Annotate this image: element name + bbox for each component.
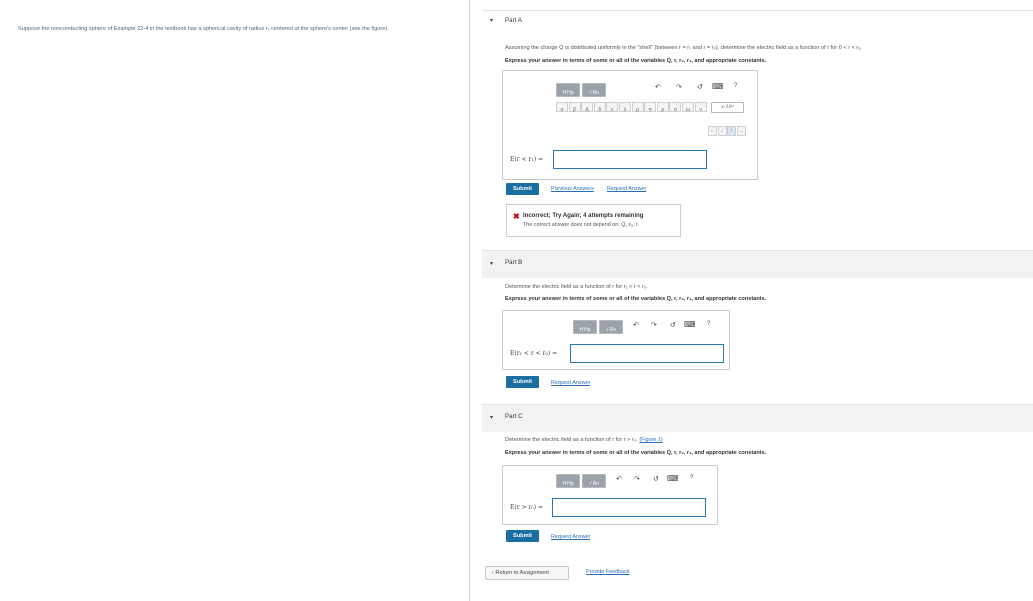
help-icon[interactable]: ? (690, 475, 693, 481)
symbol-button[interactable]: λ (619, 102, 631, 113)
chevron-down-icon: ▾ (490, 415, 494, 421)
scientific-notation-button[interactable]: x·10ⁿ (711, 102, 744, 113)
part-a-equation-label: E(r < r₁) = (510, 156, 543, 163)
part-b-request-answer-link[interactable]: Request Answer (551, 380, 590, 386)
part-b-label: Part B (505, 259, 523, 266)
provide-feedback-link[interactable]: Provide Feedback (586, 569, 629, 575)
part-a-instruction: Express your answer in terms of some or … (505, 58, 767, 64)
part-b-answer-input[interactable] (570, 344, 724, 363)
undo-icon[interactable]: ↶ (655, 83, 661, 91)
part-a-header[interactable]: ▾ Part A (482, 11, 1033, 31)
symbol-button[interactable]: ν (694, 102, 707, 113)
part-c-header[interactable]: ▾ Part C (482, 404, 1033, 432)
reset-icon[interactable]: ↺ (697, 83, 703, 91)
template-button-2[interactable]: √ Ro (599, 320, 623, 334)
problem-intro: Suppose the nonconducting sphere of Exam… (18, 26, 389, 32)
part-b-equation-label: E(r₁ < r < r₀) = (510, 350, 558, 357)
symbol-button[interactable]: μ (631, 102, 644, 113)
reset-icon[interactable]: ↺ (653, 475, 659, 483)
keyboard-icon[interactable]: ⌨ (684, 320, 696, 329)
feedback-title: Incorrect; Try Again; 4 attempts remaini… (523, 213, 644, 219)
part-c-instruction: Express your answer in terms of some or … (505, 450, 767, 456)
figure-link[interactable]: (Figure 1) (639, 437, 662, 443)
redo-icon[interactable]: ↷ (651, 321, 657, 329)
template-button-2[interactable]: √ Ro (582, 83, 606, 97)
feedback-detail: The correct answer does not depend on: Q… (523, 222, 640, 228)
part-c-question: Determine the electric field as a functi… (505, 437, 663, 443)
redo-icon[interactable]: ↷ (676, 83, 682, 91)
part-a-submit-button[interactable]: Submit (506, 183, 539, 195)
arrow-symbol-button[interactable]: ↓ (717, 126, 727, 136)
help-icon[interactable]: ? (734, 83, 737, 89)
symbol-button[interactable]: ω (682, 102, 694, 113)
symbol-button[interactable]: δ (593, 102, 606, 113)
symbol-button[interactable]: ρ (656, 102, 669, 113)
template-button-1[interactable]: H Hp (573, 320, 597, 334)
keyboard-icon[interactable]: ⌨ (667, 474, 679, 483)
problem-pane (0, 0, 470, 601)
part-c-answer-input[interactable] (552, 498, 706, 517)
symbol-button[interactable]: σ (669, 102, 682, 113)
error-icon: ✖ (513, 212, 520, 221)
part-b-header[interactable]: ▾ Part B (482, 250, 1033, 278)
symbol-button[interactable]: ε (606, 102, 619, 113)
symbol-button[interactable]: α (556, 102, 568, 113)
reset-icon[interactable]: ↺ (670, 321, 676, 329)
chevron-down-icon: ▾ (490, 261, 494, 267)
part-a-answer-input[interactable] (553, 150, 707, 169)
arrow-symbol-button[interactable]: → (736, 126, 746, 136)
symbol-button[interactable]: π (644, 102, 657, 113)
arrow-symbol-button[interactable]: ↑ (727, 126, 736, 136)
part-b-question: Determine the electric field as a functi… (505, 284, 648, 290)
arrow-symbol-button[interactable]: ← (708, 126, 717, 136)
return-to-assignment-button[interactable]: ‹ Return to Assignment (485, 566, 569, 580)
symbol-button[interactable]: Δ (581, 102, 594, 113)
part-c-equation-label: E(r > r₀) = (510, 504, 543, 511)
help-icon[interactable]: ? (707, 321, 710, 327)
part-a-request-answer-link[interactable]: Request Answer (607, 186, 646, 192)
previous-answers-link[interactable]: Previous Answers (551, 186, 594, 192)
keyboard-icon[interactable]: ⌨ (712, 82, 724, 91)
undo-icon[interactable]: ↶ (633, 321, 639, 329)
redo-icon[interactable]: ↷ (634, 475, 640, 483)
chevron-down-icon: ▾ (490, 18, 494, 24)
undo-icon[interactable]: ↶ (616, 475, 622, 483)
feedback-box: ✖ Incorrect; Try Again; 4 attempts remai… (506, 204, 681, 237)
part-c-request-answer-link[interactable]: Request Answer (551, 534, 590, 540)
part-b-instruction: Express your answer in terms of some or … (505, 296, 767, 302)
part-c-label: Part C (505, 413, 523, 420)
template-button-1[interactable]: H Hp (556, 83, 580, 97)
template-button-2[interactable]: √ Ro (582, 474, 606, 488)
part-c-submit-button[interactable]: Submit (506, 530, 539, 542)
template-button-1[interactable]: H Hp (556, 474, 580, 488)
part-b-submit-button[interactable]: Submit (506, 376, 539, 388)
part-c-question-text: Determine the electric field as a functi… (505, 437, 638, 443)
part-a-label: Part A (505, 17, 522, 24)
symbol-button[interactable]: β (568, 102, 581, 113)
part-a-question: Assuming the charge Q is distributed uni… (505, 45, 862, 51)
